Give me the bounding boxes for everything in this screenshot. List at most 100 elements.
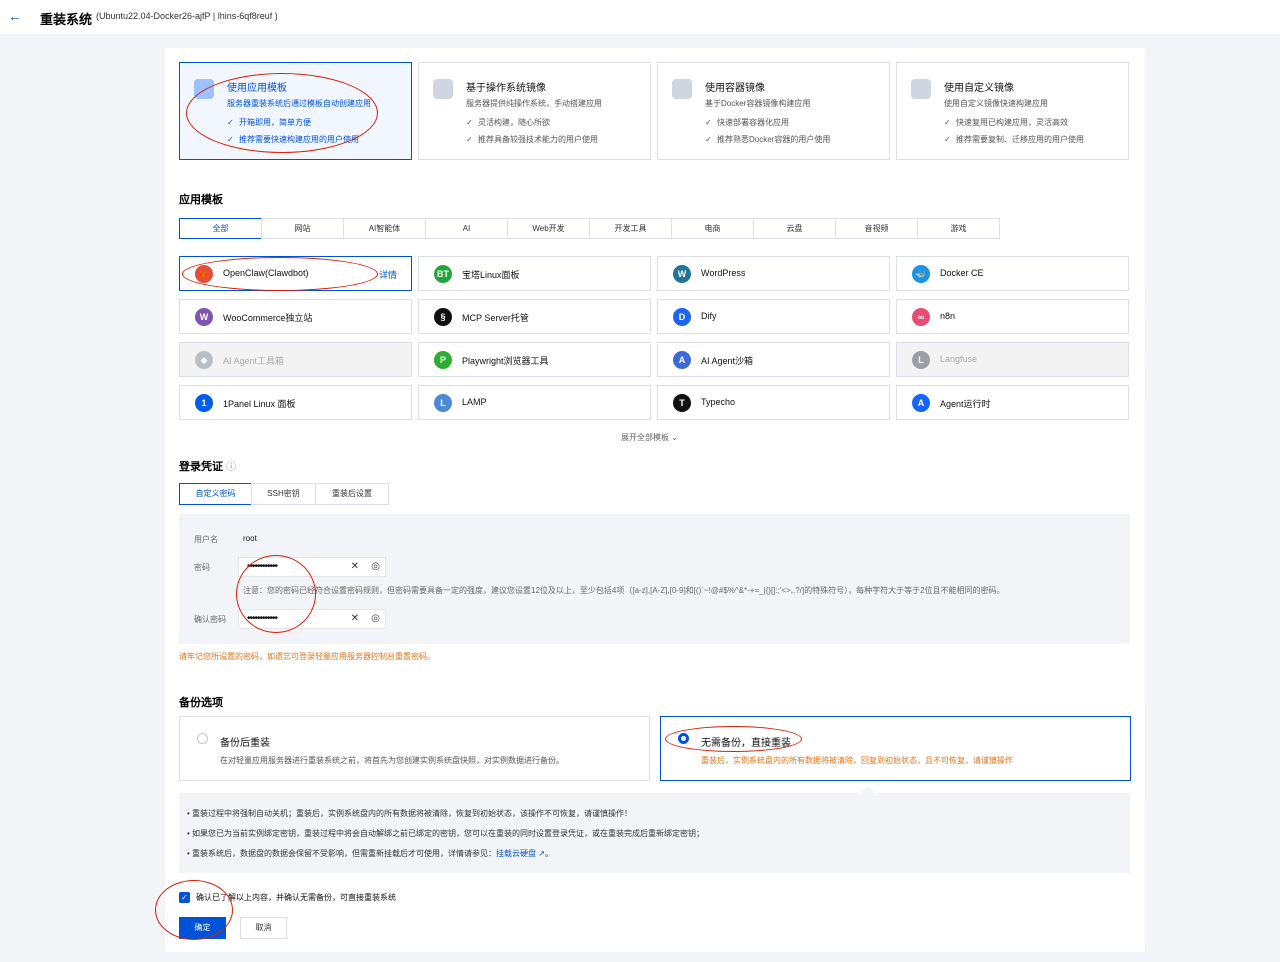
- template-name: WordPress: [701, 268, 746, 278]
- cancel-button[interactable]: 取消: [240, 917, 287, 939]
- password-mask: ••••••••••••: [247, 613, 278, 624]
- tip-item: • 重装过程中将强制自动关机；重装后，实例系统盘内的所有数据将被清除，恢复到初始…: [187, 809, 633, 818]
- check-icon: ✓: [944, 118, 951, 127]
- clear-icon[interactable]: ✕: [351, 561, 359, 572]
- check-icon: ✓: [466, 118, 473, 127]
- option-title: 无需备份，直接重装: [701, 738, 791, 749]
- template-name: Langfuse: [940, 354, 978, 364]
- backup-section-title: 备份选项: [179, 697, 223, 709]
- template-name: 1Panel Linux 面板: [223, 399, 296, 409]
- tab-website[interactable]: 网站: [261, 218, 344, 239]
- tab-set-after-reinstall[interactable]: 重装后设置: [315, 483, 389, 505]
- confirm-checkbox[interactable]: ✓: [179, 892, 190, 903]
- eye-off-icon[interactable]: ◎: [371, 561, 380, 572]
- expand-all-templates-link[interactable]: 展开全部模板 ⌄: [621, 432, 678, 443]
- template-card[interactable]: L LAMP: [418, 385, 651, 420]
- template-name: n8n: [940, 311, 956, 321]
- arrow-left-icon[interactable]: ←: [8, 8, 24, 24]
- confirm-password-input[interactable]: •••••••••••• ✕ ◎: [238, 609, 386, 629]
- radio-button-selected[interactable]: [678, 733, 689, 744]
- mode-card-app-template[interactable]: 使用应用模板 服务器重装系统后通过模板自动创建应用 ✓ 开箱即用，简单方便 ✓ 推荐…: [179, 62, 412, 160]
- template-card[interactable]: W WordPress: [657, 256, 890, 291]
- top-bar: ← 重装系统 (Ubuntu22.04-Docker26-ajfP | lhin…: [0, 0, 1280, 34]
- template-logo-icon: A: [912, 394, 930, 412]
- template-card[interactable]: A AI Agent沙箱: [657, 342, 890, 377]
- login-section-title: 登录凭证 ⓘ: [179, 461, 237, 473]
- tab-custom-password[interactable]: 自定义密码: [179, 483, 252, 505]
- mode-desc: 服务器提供纯操作系统，手动搭建应用: [466, 99, 602, 108]
- tab-all[interactable]: 全部: [179, 218, 262, 239]
- mode-feature: ✓ 推荐需要复制、迁移应用的用户使用: [944, 135, 1084, 144]
- template-card[interactable]: 1 1Panel Linux 面板: [179, 385, 412, 420]
- tab-dev-tools[interactable]: 开发工具: [589, 218, 672, 239]
- mode-feature: ✓ 推荐熟悉Docker容器的用户使用: [705, 135, 831, 144]
- template-card[interactable]: W WooCommerce独立站: [179, 299, 412, 334]
- template-name: Playwright浏览器工具: [462, 356, 549, 366]
- mode-desc: 使用自定义镜像快速构建应用: [944, 99, 1048, 108]
- tab-web-dev[interactable]: Web开发: [507, 218, 590, 239]
- mode-card-os-image[interactable]: 基于操作系统镜像 服务器提供纯操作系统，手动搭建应用 ✓ 灵活构建，随心所欲 ✓ 推…: [418, 62, 651, 160]
- template-card[interactable]: ◆ AI Agent工具箱: [179, 342, 412, 377]
- template-name: AI Agent沙箱: [701, 356, 754, 366]
- template-card[interactable]: ∞ n8n: [896, 299, 1129, 334]
- template-card[interactable]: D Dify: [657, 299, 890, 334]
- template-card[interactable]: 🦀 OpenClaw(Clawdbot) 详情: [179, 256, 412, 291]
- template-card[interactable]: P Playwright浏览器工具: [418, 342, 651, 377]
- template-card[interactable]: § MCP Server托管: [418, 299, 651, 334]
- mode-feature: ✓ 开箱即用，简单方便: [227, 118, 311, 127]
- template-detail-link[interactable]: 详情: [379, 268, 397, 281]
- os-image-icon: [433, 79, 453, 99]
- tab-cloud-disk[interactable]: 云盘: [753, 218, 836, 239]
- check-icon: ✓: [227, 135, 234, 144]
- tab-games[interactable]: 游戏: [917, 218, 1000, 239]
- info-icon: ⓘ: [226, 462, 237, 473]
- template-card[interactable]: BT 宝塔Linux面板: [418, 256, 651, 291]
- check-icon: ✓: [705, 118, 712, 127]
- backup-option-no-backup[interactable]: 无需备份，直接重装 重装后，实例系统盘内的所有数据将被清除，回复到初始状态，且不…: [660, 716, 1131, 781]
- tab-ai[interactable]: AI: [425, 218, 508, 239]
- template-logo-icon: D: [673, 308, 691, 326]
- mode-feature: ✓ 快速部署容器化应用: [705, 118, 789, 127]
- instance-subtitle: (Ubuntu22.04-Docker26-ajfP | lhins-6qf8r…: [96, 11, 278, 21]
- template-logo-icon: 1: [195, 394, 213, 412]
- backup-option-backup-first[interactable]: 备份后重装 在对轻量应用服务器进行重装系统之前，将首先为您创建实例系统盘快照，对…: [179, 716, 650, 781]
- template-card[interactable]: T Typecho: [657, 385, 890, 420]
- password-label: 密码: [194, 563, 210, 572]
- tab-media[interactable]: 音视频: [835, 218, 918, 239]
- tab-ssh-key[interactable]: SSH密钥: [251, 483, 316, 505]
- template-logo-icon: P: [434, 351, 452, 369]
- template-name: Typecho: [701, 397, 736, 407]
- template-name: Agent运行时: [940, 399, 991, 409]
- mode-card-container-image[interactable]: 使用容器镜像 基于Docker容器镜像构建应用 ✓ 快速部署容器化应用 ✓ 推荐熟悉…: [657, 62, 890, 160]
- template-card[interactable]: A Agent运行时: [896, 385, 1129, 420]
- template-name: MCP Server托管: [462, 313, 529, 323]
- template-icon: [194, 79, 214, 99]
- template-name: Docker CE: [940, 268, 984, 278]
- mode-feature: ✓ 推荐具备较强技术能力的用户使用: [466, 135, 598, 144]
- template-name: OpenClaw(Clawdbot): [223, 268, 309, 278]
- mode-title: 基于操作系统镜像: [466, 83, 546, 94]
- container-image-icon: [672, 79, 692, 99]
- tab-ai-agent[interactable]: AI智能体: [343, 218, 426, 239]
- check-icon: ✓: [705, 135, 712, 144]
- tab-ecommerce[interactable]: 电商: [671, 218, 754, 239]
- template-name: WooCommerce独立站: [223, 313, 313, 323]
- page-title: 重装系统: [40, 12, 93, 27]
- clear-icon[interactable]: ✕: [351, 613, 359, 624]
- template-card[interactable]: L Langfuse: [896, 342, 1129, 377]
- template-card[interactable]: 🐳 Docker CE: [896, 256, 1129, 291]
- template-logo-icon: BT: [434, 265, 452, 283]
- confirm-password-label: 确认密码: [194, 615, 226, 624]
- confirm-button[interactable]: 确定: [179, 917, 226, 939]
- eye-off-icon[interactable]: ◎: [371, 613, 380, 624]
- template-name: LAMP: [462, 397, 487, 407]
- mode-feature: ✓ 推荐需要快速构建应用的用户使用: [227, 135, 359, 144]
- template-logo-icon: 🦀: [195, 265, 213, 283]
- mode-desc: 服务器重装系统后通过模板自动创建应用: [227, 99, 371, 108]
- mode-card-custom-image[interactable]: 使用自定义镜像 使用自定义镜像快速构建应用 ✓ 快速复用已构建应用，灵活高效 ✓ 推…: [896, 62, 1129, 160]
- mode-feature: ✓ 快速复用已构建应用，灵活高效: [944, 118, 1068, 127]
- radio-button[interactable]: [197, 733, 208, 744]
- password-input[interactable]: •••••••••••• ✕ ◎: [238, 557, 386, 577]
- reinstall-tips: • 重装过程中将强制自动关机；重装后，实例系统盘内的所有数据将被清除，恢复到初始…: [179, 793, 1130, 873]
- mount-cloud-disk-link[interactable]: 挂载云硬盘 ↗: [496, 849, 545, 858]
